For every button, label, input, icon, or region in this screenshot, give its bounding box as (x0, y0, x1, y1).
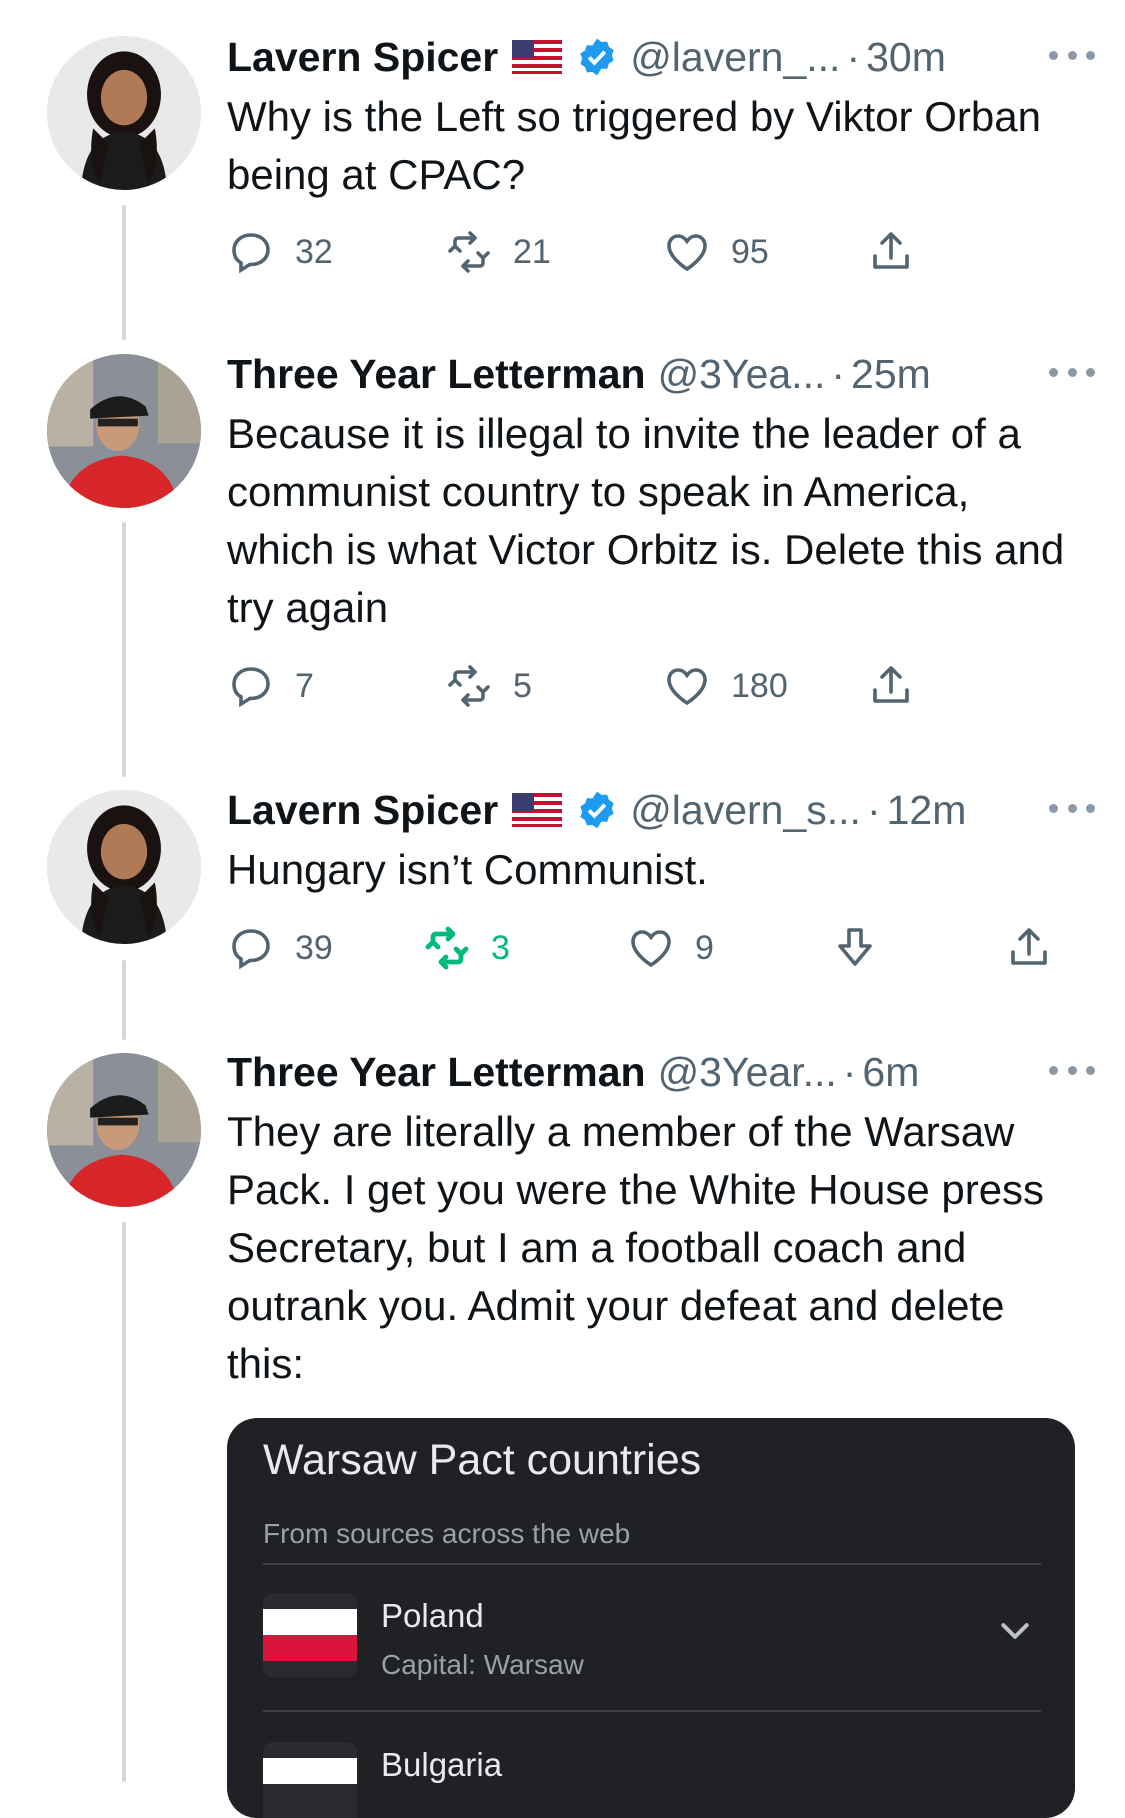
verified-icon (580, 791, 614, 829)
separator-dot: · (866, 786, 881, 833)
like-count: 95 (731, 232, 769, 271)
like-icon (667, 668, 707, 706)
reply-count: 32 (295, 232, 333, 271)
timestamp[interactable]: 12m (887, 787, 967, 834)
like-icon (631, 930, 671, 968)
tweet-actions: 32 21 95 (227, 222, 1087, 282)
retweet-icon (448, 231, 490, 273)
timestamp[interactable]: 6m (862, 1049, 919, 1096)
more-icon[interactable] (1049, 791, 1095, 825)
country-name: Poland (381, 1597, 484, 1634)
tweet-header: Three Year Letterman @3Yea... · 25m (227, 347, 1095, 401)
chevron-down-icon[interactable] (995, 1611, 1035, 1651)
share-button[interactable] (867, 656, 915, 716)
separator-dot: · (831, 350, 846, 397)
retweet-icon (448, 665, 490, 707)
like-button[interactable]: 180 (663, 656, 788, 716)
country-capital: Capital: Warsaw (381, 1649, 584, 1680)
poland-flag-icon (263, 1593, 357, 1677)
bulgaria-flag-icon (263, 1742, 357, 1818)
share-icon (873, 232, 909, 269)
avatar-image (47, 354, 201, 508)
thread-line (122, 205, 126, 340)
like-count: 9 (695, 928, 714, 967)
like-icon (667, 234, 707, 272)
tweet-text: Why is the Left so triggered by Viktor O… (227, 93, 1041, 198)
display-name[interactable]: Three Year Letterman (227, 1049, 646, 1096)
tweet-text: Hungary isn’t Communist. (227, 846, 708, 893)
reply-button[interactable]: 39 (227, 918, 333, 978)
tweet-header: Lavern Spicer @lavern_s... · 12m (227, 783, 1095, 837)
like-button[interactable]: 9 (627, 918, 714, 978)
country-row-bulgaria[interactable]: Bulgaria (263, 1712, 1041, 1818)
share-icon (873, 666, 909, 703)
display-name[interactable]: Three Year Letterman (227, 351, 646, 398)
downvote-icon (838, 928, 872, 966)
avatar-image (47, 790, 201, 944)
more-icon[interactable] (1049, 355, 1095, 389)
tweet-header: Lavern Spicer @lavern_... · 30m (227, 30, 1095, 84)
thread-line (122, 1222, 126, 1782)
reply-icon (232, 667, 270, 708)
handle[interactable]: @lavern_s... (630, 787, 861, 834)
share-button[interactable] (1005, 918, 1053, 978)
display-name[interactable]: Lavern Spicer (227, 34, 498, 81)
card-title: Warsaw Pact countries (263, 1436, 702, 1484)
reply-icon (232, 233, 270, 274)
retweet-count: 3 (491, 928, 510, 967)
downvote-button[interactable] (831, 918, 879, 978)
thread-line (122, 522, 126, 777)
country-row-poland[interactable]: Poland Capital: Warsaw (263, 1565, 1041, 1705)
more-icon[interactable] (1049, 1053, 1095, 1087)
reply-button[interactable]: 32 (227, 222, 333, 282)
country-name: Bulgaria (381, 1746, 503, 1783)
avatar-image (47, 1053, 201, 1207)
retweet-button[interactable]: 3 (423, 918, 510, 978)
search-result-card[interactable]: Warsaw Pact countries From sources acros… (227, 1418, 1075, 1818)
thread-line (122, 960, 126, 1040)
separator-dot: · (842, 1048, 857, 1095)
reply-button[interactable]: 7 (227, 656, 314, 716)
avatar[interactable] (47, 1053, 201, 1207)
card-subtitle: From sources across the web (263, 1518, 631, 1549)
avatar[interactable] (47, 790, 201, 944)
display-name[interactable]: Lavern Spicer (227, 787, 498, 834)
verified-icon (580, 38, 614, 76)
reply-icon (232, 929, 270, 970)
avatar[interactable] (47, 354, 201, 508)
retweet-count: 5 (513, 666, 532, 705)
tweet-text: They are literally a member of the Warsa… (227, 1108, 1045, 1387)
like-count: 180 (731, 666, 788, 705)
reply-count: 39 (295, 928, 333, 967)
avatar[interactable] (47, 36, 201, 190)
us-flag-icon (512, 793, 563, 827)
handle[interactable]: @3Year... (658, 1049, 837, 1096)
tweet-text: Because it is illegal to invite the lead… (227, 410, 1065, 631)
retweet-count: 21 (513, 232, 551, 271)
retweet-icon (425, 926, 469, 970)
timestamp[interactable]: 25m (851, 351, 931, 398)
share-icon (1011, 928, 1047, 965)
retweet-button[interactable]: 5 (445, 656, 532, 716)
us-flag-icon (512, 40, 563, 74)
tweet-header: Three Year Letterman @3Year... · 6m (227, 1045, 1095, 1099)
more-icon[interactable] (1049, 38, 1095, 72)
avatar-image (47, 36, 201, 190)
separator-dot: · (846, 33, 861, 80)
timestamp[interactable]: 30m (866, 34, 946, 81)
handle[interactable]: @3Yea... (658, 351, 826, 398)
retweet-button[interactable]: 21 (445, 222, 551, 282)
like-button[interactable]: 95 (663, 222, 769, 282)
handle[interactable]: @lavern_... (630, 34, 840, 81)
reply-count: 7 (295, 666, 314, 705)
share-button[interactable] (867, 222, 915, 282)
tweet-actions: 7 5 180 (227, 656, 1087, 716)
tweet-actions: 39 3 9 (227, 918, 1087, 978)
